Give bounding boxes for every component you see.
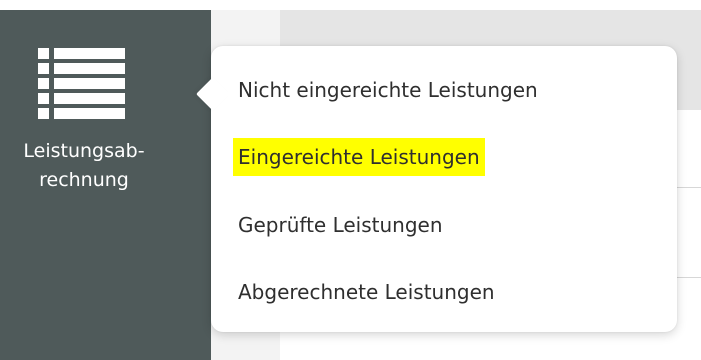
menu-item-eingereichte-leistungen[interactable]: Eingereichte Leistungen <box>233 138 485 176</box>
sidebar-item-leistungsabrechnung[interactable]: Leistungsab- rechnung <box>0 10 211 210</box>
menu-item-gepruefte-leistungen[interactable]: Geprüfte Leistungen <box>233 206 448 244</box>
list-icon-bullet <box>38 93 49 104</box>
list-icon-bullet <box>38 48 49 59</box>
list-icon-row <box>38 48 125 59</box>
sidebar-item-label: Leistungsab- rechnung <box>23 140 145 191</box>
menu-item-abgerechnete-leistungen[interactable]: Abgerechnete Leistungen <box>233 273 500 311</box>
list-icon-row <box>38 93 125 104</box>
list-icon-bar <box>54 63 125 74</box>
list-icon-row <box>38 63 125 74</box>
list-icon-bar <box>54 108 125 119</box>
list-icon-row <box>38 78 125 89</box>
list-icon-bullet <box>38 108 49 119</box>
list-icon <box>38 48 125 120</box>
app-screen: Leistungsab- rechnung Nicht eingereichte… <box>0 0 701 360</box>
list-icon-bar <box>54 78 125 89</box>
sidebar: Leistungsab- rechnung <box>0 10 211 360</box>
list-icon-bar <box>54 93 125 104</box>
list-icon-bar <box>54 48 125 59</box>
list-icon-row <box>38 108 125 119</box>
list-icon-bullet <box>38 63 49 74</box>
submenu-popover: Nicht eingereichte Leistungen Eingereich… <box>196 46 677 332</box>
menu-item-nicht-eingereichte-leistungen[interactable]: Nicht eingereichte Leistungen <box>233 71 543 109</box>
list-icon-bullet <box>38 78 49 89</box>
